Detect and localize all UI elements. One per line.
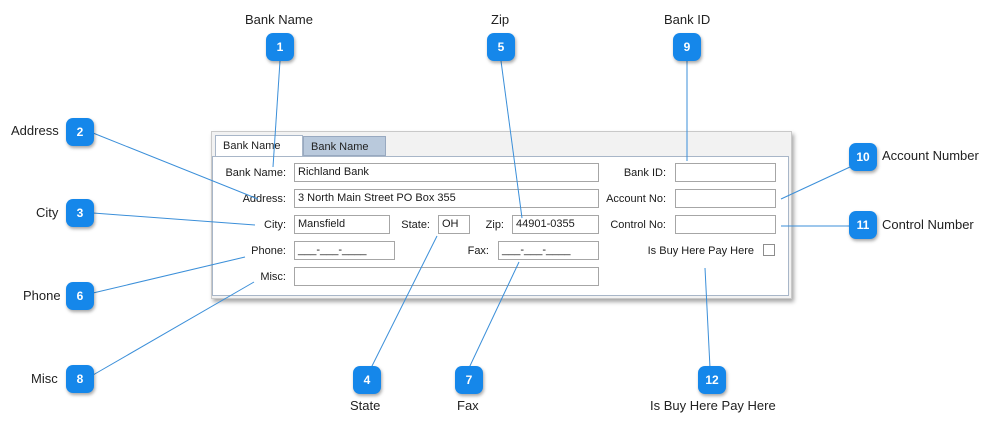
buy-here-pay-here-label: Is Buy Here Pay Here — [647, 245, 754, 257]
bank-name-label: Bank Name: — [225, 167, 286, 179]
misc-input[interactable] — [294, 267, 599, 286]
callout-badge-6: 6 — [66, 282, 94, 310]
callout-badge-7: 7 — [455, 366, 483, 394]
callout-caption-account-number: Account Number — [882, 148, 979, 163]
callout-badge-9: 9 — [673, 33, 701, 61]
callout-caption-fax: Fax — [457, 398, 479, 413]
callout-caption-phone: Phone — [23, 288, 61, 303]
callout-badge-12: 12 — [698, 366, 726, 394]
tab-bank-name-2[interactable]: Bank Name #2 — [303, 136, 386, 173]
city-input[interactable]: Mansfield — [294, 215, 390, 234]
phone-input[interactable]: ___-___-____ — [294, 241, 395, 260]
callout-badge-3: 3 — [66, 199, 94, 227]
callout-badge-8: 8 — [66, 365, 94, 393]
callout-badge-5: 5 — [487, 33, 515, 61]
state-input[interactable]: OH — [438, 215, 470, 234]
callout-caption-city: City — [36, 205, 59, 220]
bank-name-input[interactable]: Richland Bank — [294, 163, 599, 182]
address-input[interactable]: 3 North Main Street PO Box 355 — [294, 189, 599, 208]
callout-caption-state: State — [350, 398, 381, 413]
fax-label: Fax: — [467, 245, 489, 257]
callout-badge-1: 1 — [266, 33, 294, 61]
callout-badge-10: 10 — [849, 143, 877, 171]
zip-input[interactable]: 44901-0355 — [512, 215, 599, 234]
bank-id-label: Bank ID: — [623, 167, 666, 179]
address-label: Address: — [242, 193, 286, 205]
callout-caption-misc: Misc — [31, 371, 58, 386]
control-no-label: Control No: — [610, 219, 666, 231]
city-label: City: — [264, 219, 286, 231]
callout-badge-11: 11 — [849, 211, 877, 239]
buy-here-pay-here-checkbox[interactable] — [763, 244, 775, 256]
state-label: State: — [401, 219, 430, 231]
bank-id-input[interactable] — [675, 163, 776, 182]
callout-caption-control-number: Control Number — [882, 217, 974, 232]
tab-bank-name-1[interactable]: Bank Name #1 — [215, 135, 303, 172]
misc-label: Misc: — [260, 271, 286, 283]
account-no-label: Account No: — [606, 193, 666, 205]
fax-input[interactable]: ___-___-____ — [498, 241, 599, 260]
callout-badge-4: 4 — [353, 366, 381, 394]
callout-caption-is-buy-here-pay-here: Is Buy Here Pay Here — [650, 398, 776, 413]
callout-caption-bank-id: Bank ID — [664, 12, 711, 27]
callout-caption-zip: Zip — [491, 12, 510, 27]
account-no-input[interactable] — [675, 189, 776, 208]
callout-caption-bank-name: Bank Name — [245, 12, 313, 27]
control-no-input[interactable] — [675, 215, 776, 234]
phone-label: Phone: — [251, 245, 286, 257]
callout-caption-address: Address — [11, 123, 59, 138]
zip-label: Zip: — [485, 219, 504, 231]
callout-badge-2: 2 — [66, 118, 94, 146]
